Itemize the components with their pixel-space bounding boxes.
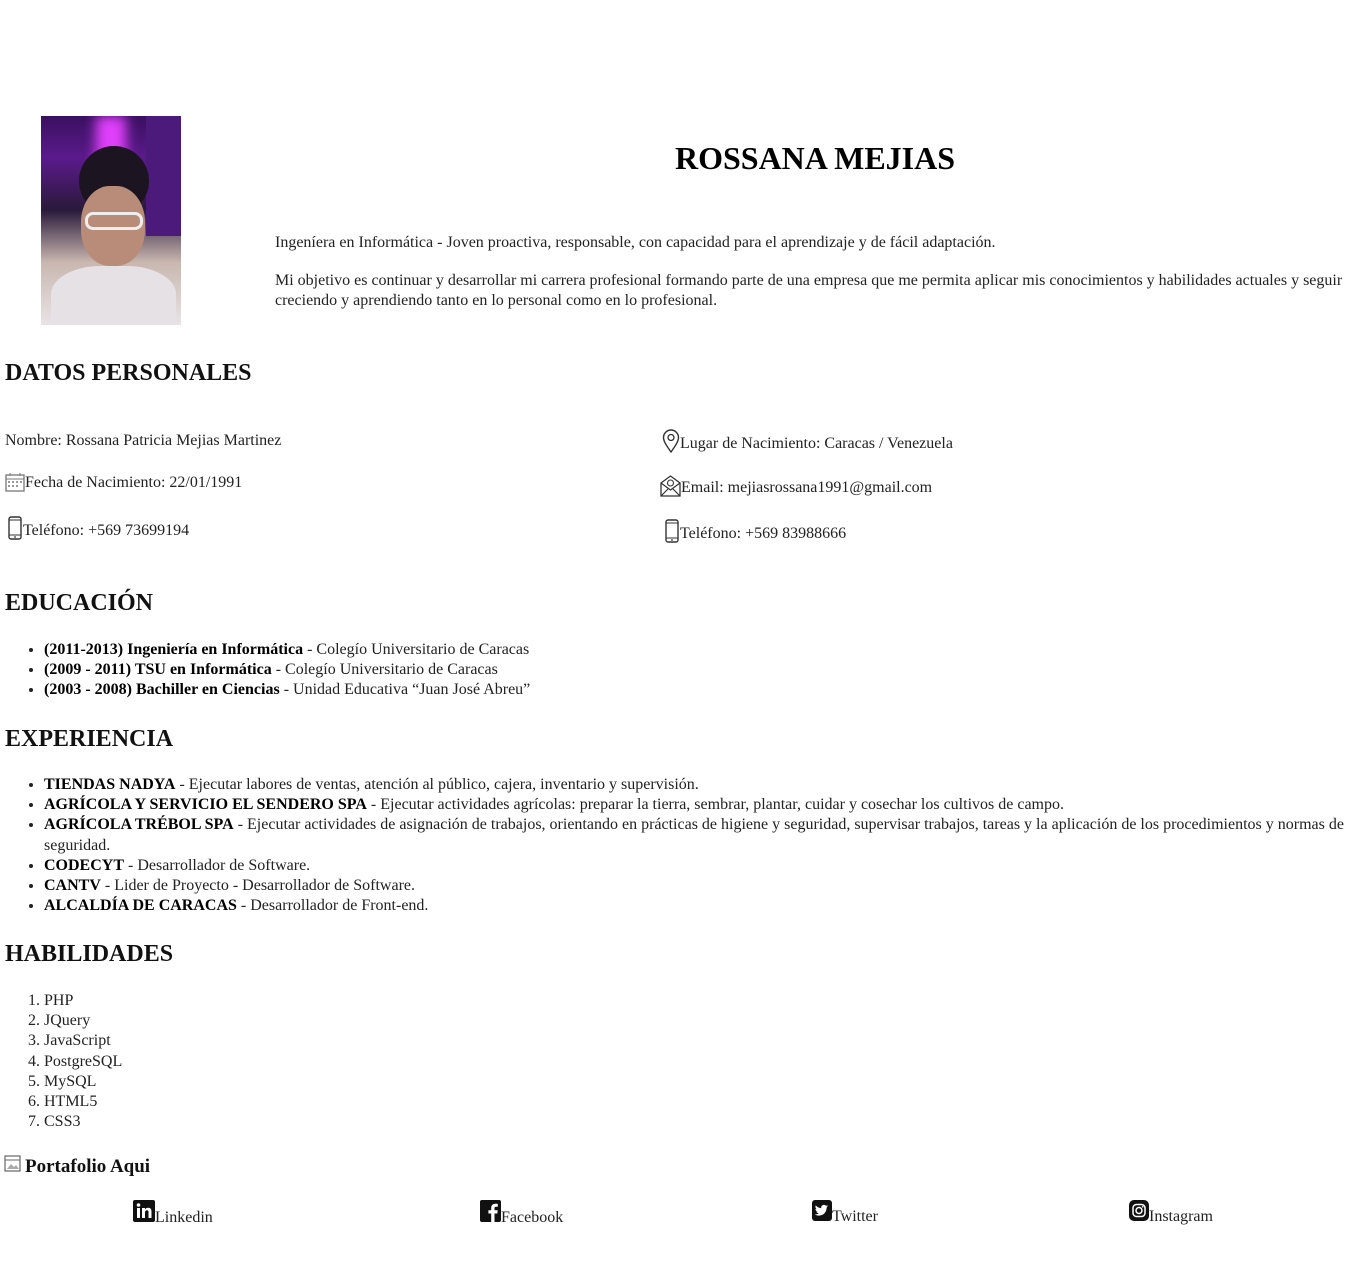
linkedin-icon (133, 1200, 155, 1227)
instagram-link[interactable]: Instagram (1129, 1200, 1213, 1226)
twitter-link[interactable]: Twitter (812, 1200, 878, 1226)
list-item: AGRÍCOLA TRÉBOL SPA - Ejecutar actividad… (44, 815, 1349, 855)
instagram-label: Instagram (1149, 1208, 1213, 1225)
list-item: PHP (44, 991, 122, 1011)
info-lugar-text: Lugar de Nacimiento: Caracas / Venezuela (680, 435, 953, 452)
section-title-education: EDUCACIÓN (5, 590, 154, 616)
info-fecha: Fecha de Nacimiento: 22/01/1991 (5, 472, 242, 492)
experience-list: TIENDAS NADYA - Ejecutar labores de vent… (44, 775, 1349, 916)
list-item: ALCALDÍA DE CARACAS - Desarrollador de F… (44, 896, 1349, 916)
info-telefono-1: Teléfono: +569 73699194 (7, 516, 189, 540)
education-list: (2011-2013) Ingeniería en Informática - … (44, 640, 530, 701)
list-item: (2011-2013) Ingeniería en Informática - … (44, 640, 530, 660)
list-item: CODECYT - Desarrollador de Software. (44, 856, 1349, 876)
list-item: CSS3 (44, 1112, 122, 1132)
list-item: JQuery (44, 1011, 122, 1031)
phone-icon (7, 516, 23, 540)
list-item: (2003 - 2008) Bachiller en Ciencias - Un… (44, 680, 530, 700)
section-title-experience: EXPERIENCIA (5, 726, 174, 752)
list-item: (2009 - 2011) TSU en Informática - Coleg… (44, 660, 530, 680)
list-item: AGRÍCOLA Y SERVICIO EL SENDERO SPA - Eje… (44, 795, 1349, 815)
email-icon (660, 475, 681, 497)
info-nombre-text: Nombre: Rossana Patricia Mejias Martinez (5, 432, 282, 449)
calendar-icon (5, 472, 25, 492)
portfolio-label: Portafolio Aqui (25, 1155, 151, 1177)
list-item: CANTV - Lider de Proyecto - Desarrollado… (44, 876, 1349, 896)
objective-text: Mi objetivo es continuar y desarrollar m… (275, 272, 1343, 309)
info-nombre: Nombre: Rossana Patricia Mejias Martinez (5, 432, 281, 450)
image-icon (4, 1155, 21, 1178)
list-item: JavaScript (44, 1031, 122, 1051)
info-fecha-text: Fecha de Nacimiento: 22/01/1991 (25, 474, 243, 491)
intro-text: Ingeníera en Informática - Joven proacti… (275, 234, 996, 251)
info-email-text: Email: mejiasrossana1991@gmail.com (681, 479, 933, 496)
info-telefono-2-text: Teléfono: +569 83988666 (680, 525, 847, 542)
list-item: TIENDAS NADYA - Ejecutar labores de vent… (44, 775, 1349, 795)
twitter-icon (812, 1200, 832, 1226)
info-email: Email: mejiasrossana1991@gmail.com (660, 475, 932, 497)
portfolio-link[interactable]: Portafolio Aqui (4, 1155, 150, 1178)
facebook-link[interactable]: Facebook (480, 1200, 563, 1227)
linkedin-label: Linkedin (155, 1209, 213, 1226)
twitter-label: Twitter (832, 1208, 878, 1225)
info-telefono-1-text: Teléfono: +569 73699194 (23, 522, 190, 539)
section-title-personal: DATOS PERSONALES (5, 360, 252, 386)
phone-icon (664, 519, 680, 543)
facebook-icon (480, 1200, 501, 1227)
info-lugar: Lugar de Nacimiento: Caracas / Venezuela (662, 429, 953, 453)
info-telefono-2: Teléfono: +569 83988666 (664, 519, 846, 543)
section-title-skills: HABILIDADES (5, 941, 174, 967)
profile-photo (41, 116, 181, 325)
list-item: HTML5 (44, 1092, 122, 1112)
facebook-label: Facebook (501, 1209, 564, 1226)
list-item: PostgreSQL (44, 1052, 122, 1072)
list-item: MySQL (44, 1072, 122, 1092)
instagram-icon (1129, 1200, 1149, 1226)
skills-list: PHP JQuery JavaScript PostgreSQL MySQL H… (44, 991, 122, 1132)
location-pin-icon (662, 429, 680, 453)
linkedin-link[interactable]: Linkedin (133, 1200, 213, 1227)
page-title: ROSSANA MEJIAS (674, 140, 956, 176)
